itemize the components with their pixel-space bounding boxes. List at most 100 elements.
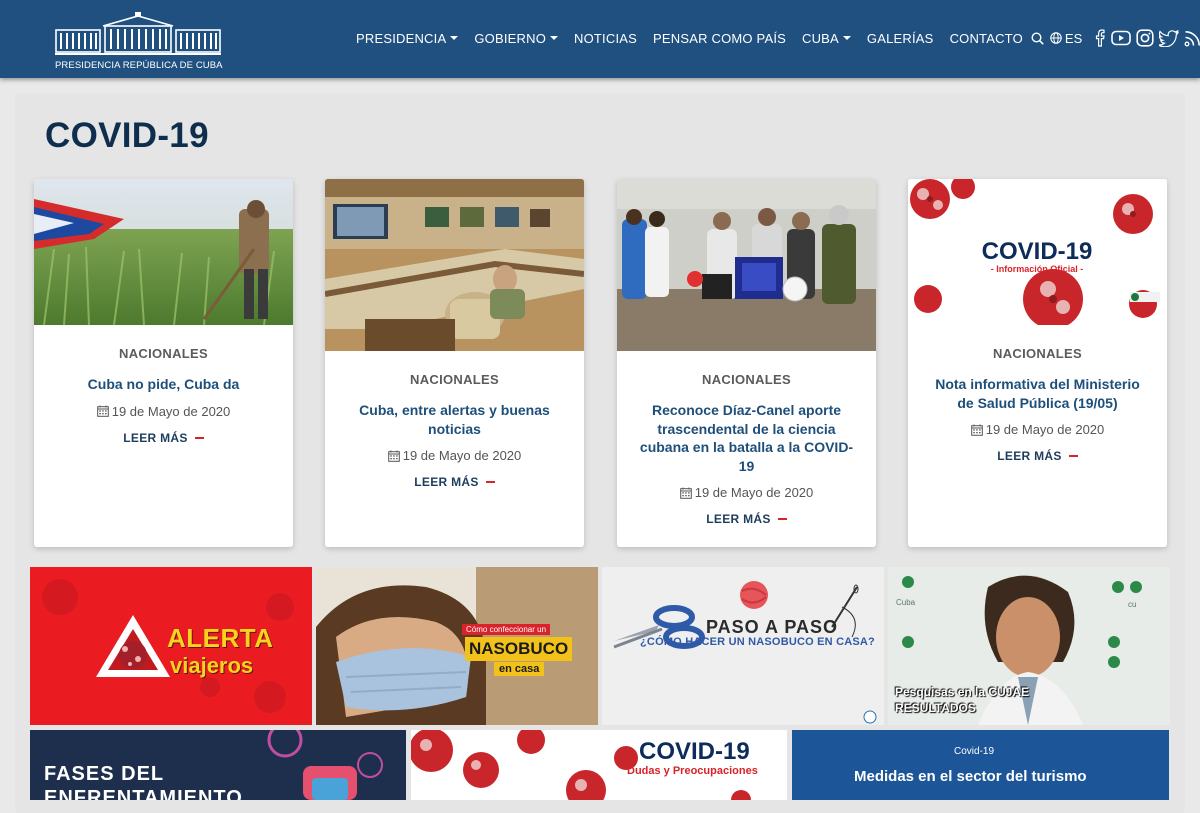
nasobuco-caption-box: Cómo confeccionar un NASOBUCO en casa: [462, 624, 573, 690]
nav-item-contacto[interactable]: CONTACTO: [950, 31, 1023, 46]
news-card-date-text: 19 de Mayo de 2020: [694, 485, 814, 500]
twitter-icon[interactable]: [1159, 29, 1180, 47]
covid-graphic-title: COVID-19: [982, 238, 1093, 265]
covid-graphic-subtitle: - Información Oficial -: [991, 264, 1084, 274]
farmer-field-photo: [34, 179, 293, 325]
news-card-image[interactable]: [325, 179, 584, 351]
nav-label: GOBIERNO: [474, 30, 547, 46]
news-card-category: NACIONALES: [119, 346, 208, 361]
alert-tile-line2: viajeros: [170, 653, 254, 678]
read-more-label: LEER MÁS: [123, 430, 188, 445]
covid-info-graphic: COVID-19 - Información Oficial -: [908, 179, 1167, 325]
news-card[interactable]: NACIONALES Cuba, entre alertas y buenas …: [325, 179, 584, 547]
nasobuco-caption-bottom: en casa: [494, 662, 545, 676]
read-more-link[interactable]: LEER MÁS: [123, 430, 204, 445]
news-card-image[interactable]: [617, 179, 876, 351]
alert-tile-line1: ALERTA: [167, 623, 274, 653]
read-more-label: LEER MÁS: [414, 475, 479, 489]
paso-a-paso-subtitle: ¿CÓMO HACER UN NASOBUCO EN CASA?: [640, 636, 875, 648]
nav-item-presidencia[interactable]: PRESIDENCIA: [356, 30, 459, 46]
nav-item-cuba[interactable]: CUBA: [802, 31, 851, 46]
nav-label: PRESIDENCIA: [356, 30, 447, 46]
news-card-image[interactable]: COVID-19 - Información Oficial -: [908, 179, 1167, 325]
read-more-link[interactable]: LEER MÁS: [706, 512, 787, 526]
nav-label: CONTACTO: [949, 30, 1023, 46]
youtube-icon[interactable]: [1111, 30, 1132, 46]
palace-logo-icon: [55, 12, 221, 55]
news-card-title[interactable]: Reconoce Díaz-Canel aporte trascendental…: [635, 401, 858, 475]
fases-enfrentamiento-tile[interactable]: FASES DEL ENFRENTAMIENTO: [30, 730, 406, 800]
social-links: [1094, 29, 1200, 47]
medidas-tile-small: Covid-19: [954, 746, 995, 757]
read-more-link[interactable]: LEER MÁS: [414, 475, 495, 489]
news-card-image[interactable]: [34, 179, 293, 325]
nav-label: PENSAR COMO PAÍS: [653, 30, 786, 46]
pesquisas-tile-line1: Pesquisas en la CUJAE: [895, 685, 1030, 699]
covid-dudas-tile[interactable]: COVID-19 Dudas y Preocupaciones: [411, 730, 787, 800]
caret-down-icon: [550, 36, 559, 40]
meeting-room-photo: [325, 179, 584, 351]
nav-item-gobierno[interactable]: GOBIERNO: [474, 30, 559, 46]
news-card-category: NACIONALES: [993, 346, 1082, 361]
pesquisas-cujae-tile[interactable]: Cuba cu Pesquisas en la CUJAE RESULTADOS: [888, 567, 1170, 725]
news-card-title[interactable]: Nota informativa del Ministerio de Salud…: [926, 375, 1149, 412]
read-more-label: LEER MÁS: [997, 449, 1062, 463]
lab-visit-photo: [617, 179, 876, 351]
calendar-icon: [679, 487, 692, 499]
paso-a-paso-tile[interactable]: PASO A PASO ¿CÓMO HACER UN NASOBUCO EN C…: [602, 567, 884, 725]
medidas-turismo-tile[interactable]: Covid-19 Medidas en el sector del turism…: [792, 730, 1169, 800]
nav-item-galerias[interactable]: GALERÍAS: [867, 31, 934, 46]
red-dash-icon: [1068, 455, 1078, 457]
news-card-date-text: 19 de Mayo de 2020: [111, 403, 231, 419]
covid-dudas-title: COVID-19: [639, 738, 750, 765]
backdrop-watermark: Cuba: [896, 598, 916, 607]
language-selector[interactable]: ES: [1050, 31, 1082, 46]
read-more-label: LEER MÁS: [706, 512, 771, 526]
red-dash-icon: [194, 436, 204, 439]
nav-label: NOTICIAS: [574, 30, 638, 46]
globe-icon: [1050, 32, 1062, 44]
facebook-icon[interactable]: [1094, 29, 1106, 47]
fases-tile-title: FASES DEL ENFRENTAMIENTO: [44, 763, 243, 800]
calendar-icon: [96, 405, 109, 417]
nasobuco-video-tile[interactable]: Cómo confeccionar un NASOBUCO en casa: [316, 567, 598, 725]
language-label: ES: [1064, 30, 1083, 46]
news-card[interactable]: NACIONALES Cuba no pide, Cuba da 19 de M…: [34, 179, 293, 547]
nav-label: GALERÍAS: [866, 30, 934, 46]
news-card-date: 19 de Mayo de 2020: [617, 485, 876, 500]
news-card-date: 19 de Mayo de 2020: [34, 404, 293, 419]
news-card-date-text: 19 de Mayo de 2020: [985, 422, 1105, 437]
medidas-tile-title: Medidas en el sector del turismo: [854, 768, 1087, 785]
nasobuco-caption-top: Cómo confeccionar un: [462, 624, 551, 635]
red-dash-icon: [485, 481, 495, 483]
news-card-title[interactable]: Cuba no pide, Cuba da: [52, 375, 275, 394]
news-card-title[interactable]: Cuba, entre alertas y buenas noticias: [343, 401, 566, 438]
nasobuco-caption-main: NASOBUCO: [465, 637, 573, 661]
covid-dudas-subtitle: Dudas y Preocupaciones: [627, 765, 758, 777]
backdrop-watermark: cu: [1128, 600, 1136, 609]
paso-a-paso-title: PASO A PASO: [706, 617, 839, 637]
read-more-link[interactable]: LEER MÁS: [997, 449, 1078, 463]
instagram-icon[interactable]: [1136, 29, 1154, 47]
alert-travelers-tile[interactable]: ALERTA viajeros: [30, 567, 312, 725]
news-card-date-text: 19 de Mayo de 2020: [402, 448, 522, 463]
site-logo-text: PRESIDENCIA REPÚBLICA DE CUBA: [55, 60, 223, 71]
news-card[interactable]: COVID-19 - Información Oficial - NACIONA…: [908, 179, 1167, 547]
caret-down-icon: [450, 36, 459, 40]
rss-icon[interactable]: [1184, 30, 1200, 47]
top-navbar: PRESIDENCIA REPÚBLICA DE CUBA PRESIDENCI…: [0, 0, 1200, 78]
caret-down-icon: [842, 36, 851, 40]
search-icon[interactable]: [1031, 31, 1044, 45]
calendar-icon: [387, 450, 400, 462]
main-nav: PRESIDENCIA GOBIERNO NOTICIAS PENSAR COM…: [356, 29, 1200, 47]
site-logo[interactable]: PRESIDENCIA REPÚBLICA DE CUBA: [55, 12, 223, 72]
news-card[interactable]: NACIONALES Reconoce Díaz-Canel aporte tr…: [617, 179, 876, 547]
news-card-category: NACIONALES: [702, 372, 791, 387]
page-title: COVID-19: [45, 116, 209, 155]
news-card-category: NACIONALES: [410, 372, 499, 387]
nav-label: CUBA: [802, 30, 839, 46]
news-card-date: 19 de Mayo de 2020: [908, 422, 1167, 437]
pesquisas-tile-line2: RESULTADOS: [895, 701, 976, 715]
nav-item-pensar-como-pais[interactable]: PENSAR COMO PAÍS: [653, 31, 786, 46]
nav-item-noticias[interactable]: NOTICIAS: [574, 31, 637, 46]
